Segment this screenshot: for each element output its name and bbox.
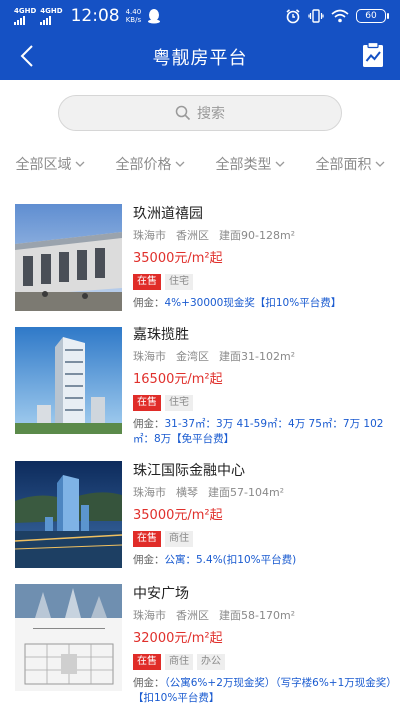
- listing-price: 35000元/m²起: [133, 508, 223, 523]
- commission-value: 31-37㎡：3万 41-59㎡：4万 75㎡：7万 102㎡：8万【免平台费】: [133, 418, 384, 445]
- commission-label: 佣金：: [133, 418, 165, 430]
- listing-name: 珠江国际金融中心: [133, 463, 245, 479]
- listing-district: 香洲区: [176, 609, 209, 622]
- chevron-down-icon: [275, 161, 284, 167]
- filter-region[interactable]: 全部区域: [0, 150, 100, 178]
- listing-meta: 珠海市 香洲区 建面90-128m²: [133, 228, 392, 244]
- listing-district: 横琴: [176, 486, 198, 499]
- listing-area: 建面58-170m²: [219, 609, 296, 622]
- filter-price[interactable]: 全部价格: [100, 150, 200, 178]
- listing-item[interactable]: 嘉珠揽胜 珠海市 金湾区 建面31-102m² 16500元/m²起 在售 住宅 佣…: [0, 325, 400, 455]
- listing-tags: 在售 住宅: [133, 395, 392, 411]
- filter-type-label: 全部类型: [215, 157, 272, 173]
- speed-value: 4.40: [125, 8, 142, 16]
- clipboard-chart-icon[interactable]: [360, 41, 386, 69]
- commission-label: 佣金：: [133, 297, 165, 309]
- commission-value: 公寓：5.4%(扣10%平台费): [164, 554, 297, 566]
- status-badge: 在售: [133, 274, 161, 290]
- page-title: 粤靓房平台: [152, 48, 248, 69]
- listing-name: 中安广场: [133, 586, 189, 602]
- listing-commission: 佣金：公寓：5.4%(扣10%平台费): [133, 553, 392, 568]
- property-image: [15, 204, 122, 311]
- listing-info: 珠江国际金融中心 珠海市 横琴 建面57-104m² 35000元/m²起 在售 商…: [133, 461, 392, 568]
- type-badge: 商住: [165, 654, 193, 670]
- status-right: 60: [285, 6, 389, 26]
- property-image: [15, 327, 122, 434]
- listing-price: 32000元/m²起: [133, 631, 223, 646]
- listing-price: 16500元/m²起: [133, 372, 223, 387]
- property-image: [15, 461, 122, 568]
- listing-info: 中安广场 珠海市 香洲区 建面58-170m² 32000元/m²起 在售 商住 办…: [133, 584, 392, 706]
- search-placeholder: 搜索: [197, 106, 225, 122]
- filter-type[interactable]: 全部类型: [200, 150, 300, 178]
- filter-area-label: 全部面积: [315, 157, 372, 173]
- listing-city: 珠海市: [133, 609, 166, 622]
- listing-commission: 佣金：4%+30000现金奖【扣10%平台费】: [133, 296, 392, 311]
- listing-meta: 珠海市 横琴 建面57-104m²: [133, 485, 392, 501]
- clock: 12:08: [70, 6, 120, 26]
- listing-price: 35000元/m²起: [133, 251, 223, 266]
- listing-item[interactable]: 玖洲道禧园 珠海市 香洲区 建面90-128m² 35000元/m²起 在售 住宅 …: [0, 204, 400, 316]
- qq-icon: [148, 9, 161, 24]
- chevron-down-icon: [175, 161, 184, 167]
- listing-name: 玖洲道禧园: [133, 206, 203, 222]
- listing-tags: 在售 住宅: [133, 274, 392, 290]
- commission-value: （公寓6%+2万现金奖）（写字楼6%+1万现金奖）【扣10%平台费】: [133, 677, 392, 704]
- filter-bar: 全部区域 全部价格 全部类型 全部面积: [0, 150, 400, 178]
- type-badge: 办公: [197, 654, 225, 670]
- type-badge: 住宅: [165, 395, 193, 411]
- property-image: [15, 584, 122, 691]
- listing-city: 珠海市: [133, 229, 166, 242]
- search-icon: [175, 105, 191, 121]
- listing-city: 珠海市: [133, 486, 166, 499]
- listing-commission: 佣金：（公寓6%+2万现金奖）（写字楼6%+1万现金奖）【扣10%平台费】: [133, 676, 392, 706]
- battery-icon: 60: [356, 9, 389, 23]
- signal-icon: 4GHD: [40, 7, 63, 25]
- listing-district: 香洲区: [176, 229, 209, 242]
- network-type-1: 4GHD: [14, 7, 37, 15]
- signal-icon: 4GHD: [14, 7, 36, 25]
- speed-unit: KB/s: [125, 16, 142, 24]
- listing-area: 建面31-102m²: [219, 350, 296, 363]
- status-badge: 在售: [133, 654, 161, 670]
- wifi-icon: [331, 9, 349, 23]
- type-badge: 商住: [165, 531, 193, 547]
- type-badge: 住宅: [165, 274, 193, 290]
- chevron-down-icon: [375, 161, 384, 167]
- filter-region-label: 全部区域: [15, 157, 72, 173]
- listing-meta: 珠海市 金湾区 建面31-102m²: [133, 349, 392, 365]
- alarm-icon: [286, 9, 300, 24]
- listing-info: 玖洲道禧园 珠海市 香洲区 建面90-128m² 35000元/m²起 在售 住宅 …: [133, 204, 392, 311]
- listing-meta: 珠海市 香洲区 建面58-170m²: [133, 608, 392, 624]
- battery-level: 60: [365, 11, 377, 21]
- status-left: 4GHD 4GHD 12:08 4.40 KB/s: [14, 5, 161, 27]
- listing-area: 建面57-104m²: [208, 486, 285, 499]
- chevron-down-icon: [75, 161, 84, 167]
- listing-item[interactable]: 珠江国际金融中心 珠海市 横琴 建面57-104m² 35000元/m²起 在售 商…: [0, 461, 400, 573]
- filter-area[interactable]: 全部面积: [300, 150, 400, 178]
- commission-label: 佣金：: [133, 677, 165, 689]
- filter-price-label: 全部价格: [115, 157, 172, 173]
- network-speed: 4.40 KB/s: [126, 8, 142, 24]
- status-badge: 在售: [133, 395, 161, 411]
- status-bar: 4GHD 4GHD 12:08 4.40 KB/s 60: [0, 0, 400, 32]
- listing-district: 金湾区: [176, 350, 209, 363]
- search-input[interactable]: 搜索: [58, 95, 342, 131]
- listing-item[interactable]: 中安广场 珠海市 香洲区 建面58-170m² 32000元/m²起 在售 商住 办…: [0, 584, 400, 711]
- commission-label: 佣金：: [133, 554, 165, 566]
- listing-commission: 佣金：31-37㎡：3万 41-59㎡：4万 75㎡：7万 102㎡：8万【免平…: [133, 417, 392, 447]
- commission-value: 4%+30000现金奖【扣10%平台费】: [164, 297, 342, 309]
- listing-area: 建面90-128m²: [219, 229, 296, 242]
- vibrate-icon: [308, 9, 324, 23]
- network-type-2: 4GHD: [40, 7, 63, 15]
- listing-tags: 在售 商住 办公: [133, 654, 392, 670]
- listing-tags: 在售 商住: [133, 531, 392, 547]
- listing-info: 嘉珠揽胜 珠海市 金湾区 建面31-102m² 16500元/m²起 在售 住宅 佣…: [133, 325, 392, 447]
- listing-city: 珠海市: [133, 350, 166, 363]
- nav-bar: 粤靓房平台: [0, 32, 400, 80]
- status-badge: 在售: [133, 531, 161, 547]
- listing-name: 嘉珠揽胜: [133, 327, 189, 343]
